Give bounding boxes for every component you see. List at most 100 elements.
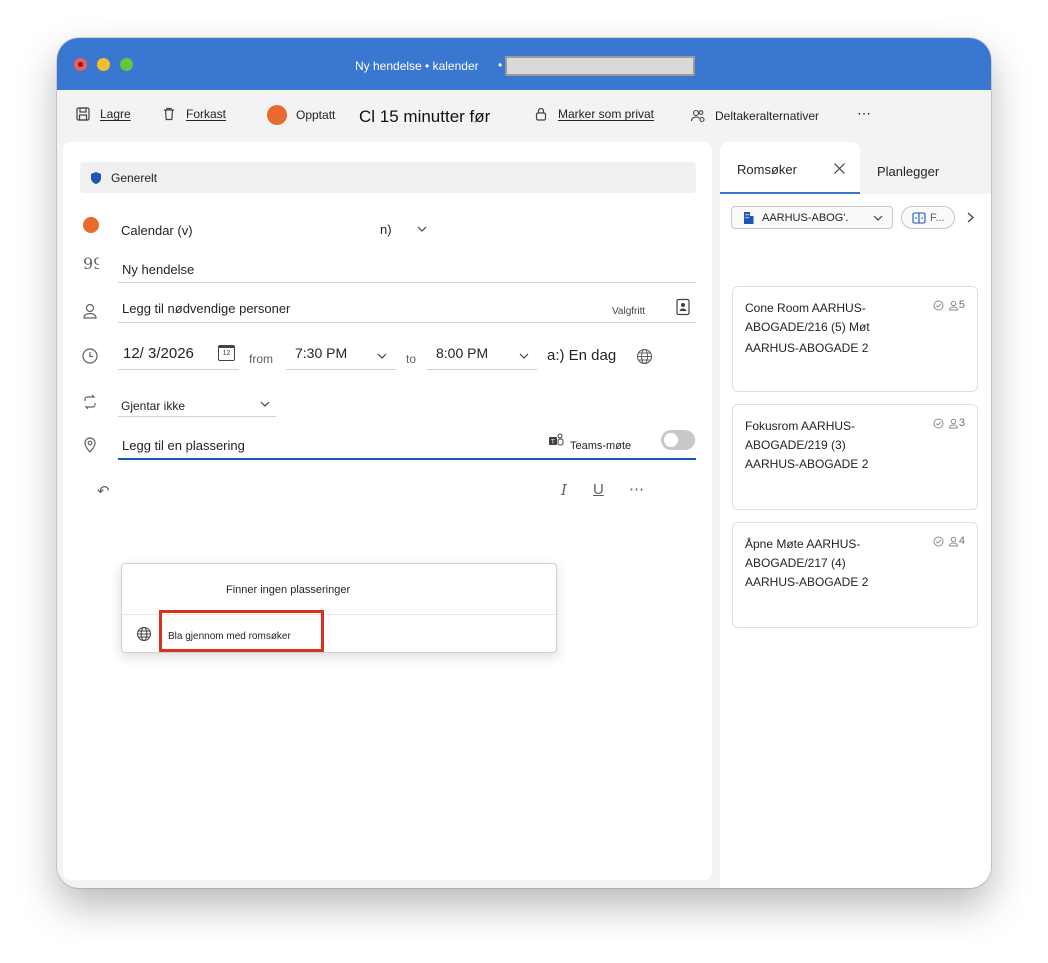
building-filter-label: AARHUS-ABOG'. [762,211,849,224]
end-time-input[interactable]: 8:00 PM [436,345,488,361]
room-building: AARHUS-ABOGADE 2 [745,341,869,355]
tab-room-finder[interactable]: Romsøker [720,142,860,194]
room-card[interactable]: Fokusrom AARHUS-ABOGADE/219 (3) AARHUS-A… [732,404,978,510]
attendee-options-label: Deltakeralternativer [715,109,820,123]
event-form: Generelt Calendar (v) n) 99 Ny hendelse … [63,142,712,880]
event-window: Ny hendelse • kalender • Lagre Forkast O… [57,38,991,888]
teams-meeting-toggle[interactable] [661,430,695,450]
reminder-dropdown[interactable]: Cl 15 minutter før [359,107,490,127]
to-label: to [406,352,417,366]
recurrence-underline [118,416,276,417]
chevron-down-icon[interactable] [376,350,388,362]
save-button[interactable]: Lagre [75,106,131,122]
title-underline [118,282,696,283]
start-time-underline [286,369,396,370]
italic-icon[interactable]: I [561,481,567,499]
location-suggestions-dropdown: Finner ingen plasseringer Bla gjennom me… [121,563,557,653]
mark-private-label: Marker som privat [558,107,655,121]
globe-icon [137,627,151,641]
building-filter-dropdown[interactable]: AARHUS-ABOG'. [731,206,893,229]
teams-icon: T [549,433,564,446]
editor-more-icon[interactable]: ⋯ [629,480,644,498]
available-check-icon [933,536,944,546]
building-icon [744,212,754,224]
room-capacity-value: 4 [958,535,965,547]
event-title-input[interactable]: Ny hendelse [122,262,194,277]
redacted-account [505,56,695,76]
chevron-right-icon[interactable] [964,211,976,224]
recurrence-dropdown[interactable]: Gjentar ikke [121,399,185,413]
attendee-options-button[interactable]: Deltakeralternativer [690,108,819,124]
room-capacity-value: 5 [958,299,965,311]
window-title: Ny hendelse • kalender [355,59,479,73]
close-window-button[interactable] [74,58,87,71]
title-bar: Ny hendelse • kalender • [57,38,991,90]
capacity-person-icon [948,536,958,546]
section-general[interactable]: Generelt [80,162,696,193]
chevron-down-icon[interactable] [518,350,530,362]
chevron-down-icon[interactable] [259,398,271,410]
more-icon: ⋯ [857,105,871,121]
calendar-selector[interactable]: Calendar (v) [121,223,193,238]
tab-room-finder-label: Romsøker [737,162,797,177]
feature-filter-chip[interactable]: F... [901,206,955,229]
svg-text:T: T [550,439,555,446]
location-pin-icon [84,437,96,453]
minimize-window-button[interactable] [97,58,110,71]
section-general-label: Generelt [111,170,158,185]
save-icon [76,107,90,121]
clock-icon [82,348,98,364]
room-capacity-value: 3 [958,417,965,429]
teams-meeting-label: Teams-møte [570,440,632,452]
reminder-label: Cl 15 minutter før [359,107,491,126]
underline-icon[interactable]: U [593,481,604,498]
room-card[interactable]: Åpne Møte AARHUS-ABOGADE/217 (4) AARHUS-… [732,522,978,628]
required-attendees-input[interactable]: Legg til nødvendige personer [122,301,290,316]
svg-text:99: 99 [83,255,99,273]
discard-button[interactable]: Forkast [161,106,226,122]
undo-icon[interactable]: ↶ [97,482,110,500]
optional-attendees-link[interactable]: Valgfritt [612,306,645,317]
more-options-button[interactable]: ⋯ [857,105,871,122]
lock-icon [535,107,547,121]
room-name: Cone Room AARHUS-ABOGADE/216 (5) Møt [745,301,870,334]
status-button[interactable]: Opptatt [267,105,335,125]
shield-icon [91,171,101,184]
no-locations-message: Finner ingen plasseringer [226,584,351,596]
save-label: Lagre [100,107,131,121]
capacity-person-icon [948,418,958,428]
location-input[interactable]: Legg til en plassering [122,438,245,453]
room-card[interactable]: Cone Room AARHUS-ABOGADE/216 (5) Møt AAR… [732,286,978,392]
room-capacity: 3 [929,417,965,429]
person-icon [83,303,97,319]
all-day-toggle[interactable]: a:) En dag [547,347,616,364]
calendar-color-icon [83,217,99,233]
start-time-input[interactable]: 7:30 PM [295,345,347,361]
from-label: from [249,352,273,366]
available-check-icon [933,418,944,428]
room-capacity: 4 [929,535,965,547]
room-name: Fokusrom AARHUS-ABOGADE/219 (3) [745,419,856,452]
repeat-icon [84,394,96,410]
people-settings-icon [690,109,705,123]
chevron-down-icon[interactable] [416,223,428,235]
start-date-input[interactable]: 12/ 3/2026 [123,345,194,362]
trash-icon [164,107,174,121]
discard-label: Forkast [186,107,227,121]
toolbar: Lagre Forkast Opptatt Cl 15 minutter før… [57,90,991,140]
tab-scheduler[interactable]: Planlegger [877,164,939,179]
address-book-icon[interactable] [675,298,691,316]
mark-private-button[interactable]: Marker som privat [533,106,654,122]
close-icon[interactable] [833,162,846,175]
busy-status-icon [267,105,287,125]
calendar-picker-icon[interactable]: 12 [218,345,235,361]
room-building: AARHUS-ABOGADE 2 [745,575,869,589]
room-finder-panel: Romsøker Planlegger AARHUS-ABOG'. F... C… [720,142,991,888]
globe-icon[interactable] [636,348,653,365]
available-check-icon [933,300,944,310]
zoom-window-button[interactable] [120,58,133,71]
status-label: Opptatt [296,108,336,122]
feature-filter-icon [912,211,926,224]
calendar-selector-suffix: n) [380,222,392,237]
location-focus-underline [118,458,696,460]
